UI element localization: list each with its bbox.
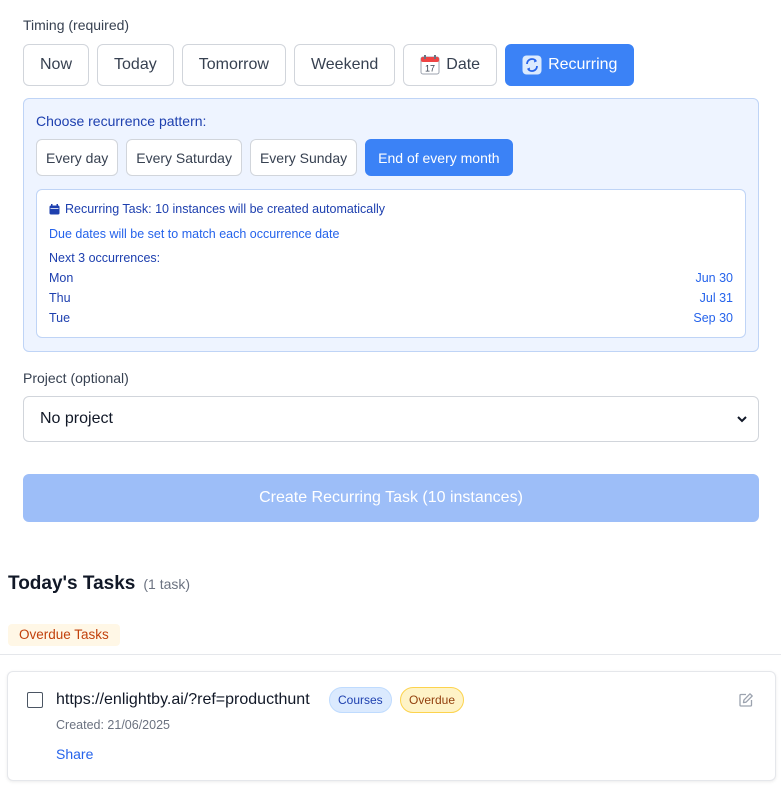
- timing-tomorrow-label: Tomorrow: [198, 56, 269, 73]
- occurrence-date: Jun 30: [695, 271, 733, 285]
- calendar-icon: 17: [420, 55, 440, 75]
- task-checkbox[interactable]: [27, 692, 43, 708]
- project-select[interactable]: No project: [23, 396, 759, 442]
- task-card: https://enlightby.ai/?ref=producthunt Co…: [7, 671, 776, 781]
- chevron-down-icon: [736, 413, 748, 425]
- edit-icon[interactable]: [738, 692, 754, 708]
- timing-options: Now Today Tomorrow Weekend 17 Date Recur: [23, 44, 635, 86]
- timing-date-button[interactable]: 17 Date: [403, 44, 498, 86]
- occurrence-row: Tue Sep 30: [49, 311, 733, 325]
- pattern-every-sunday-button[interactable]: Every Sunday: [249, 139, 358, 176]
- create-recurring-task-button[interactable]: Create Recurring Task (10 instances): [23, 474, 759, 522]
- tasks-heading: Today's Tasks (1 task): [8, 573, 190, 595]
- pattern-every-saturday-button[interactable]: Every Saturday: [126, 139, 242, 176]
- category-badge: Courses: [329, 687, 392, 713]
- occurrence-day: Tue: [49, 311, 71, 325]
- recurrence-info-box: Recurring Task: 10 instances will be cre…: [36, 189, 746, 338]
- timing-today-button[interactable]: Today: [97, 44, 174, 86]
- timing-date-label: Date: [446, 56, 481, 73]
- recurrence-title: Choose recurrence pattern:: [36, 113, 207, 129]
- pattern-end-of-month-button[interactable]: End of every month: [365, 139, 513, 176]
- overdue-group-label: Overdue Tasks: [8, 624, 120, 646]
- timing-today-label: Today: [114, 56, 157, 73]
- timing-tomorrow-button[interactable]: Tomorrow: [181, 44, 286, 86]
- project-selected-value: No project: [40, 410, 113, 427]
- status-badge: Overdue: [400, 687, 465, 713]
- timing-now-label: Now: [40, 56, 73, 73]
- divider: [0, 654, 781, 655]
- recurrence-panel: Choose recurrence pattern: Every day Eve…: [23, 98, 759, 352]
- timing-now-button[interactable]: Now: [23, 44, 90, 86]
- next-occurrences-label: Next 3 occurrences:: [49, 251, 161, 265]
- timing-weekend-label: Weekend: [310, 56, 379, 73]
- timing-weekend-button[interactable]: Weekend: [293, 44, 396, 86]
- recurrence-due-note: Due dates will be set to match each occu…: [49, 227, 340, 241]
- repeat-icon: [522, 55, 542, 75]
- recurrence-headline-row: Recurring Task: 10 instances will be cre…: [49, 202, 385, 216]
- task-created-date: Created: 21/06/2025: [56, 718, 170, 732]
- occurrence-date: Sep 30: [693, 311, 733, 325]
- timing-recurring-button[interactable]: Recurring: [505, 44, 635, 86]
- calendar-small-icon: [49, 203, 60, 215]
- tasks-title: Today's Tasks: [8, 573, 136, 594]
- timing-label: Timing (required): [23, 17, 130, 33]
- occurrence-day: Thu: [49, 291, 71, 305]
- pattern-every-day-button[interactable]: Every day: [36, 139, 119, 176]
- share-link[interactable]: Share: [56, 746, 93, 762]
- occurrence-row: Thu Jul 31: [49, 291, 733, 305]
- project-label: Project (optional): [23, 370, 129, 386]
- tasks-count: (1 task): [143, 576, 191, 592]
- timing-recurring-label: Recurring: [548, 56, 618, 73]
- recurrence-patterns: Every day Every Saturday Every Sunday En…: [36, 139, 513, 176]
- occurrence-row: Mon Jun 30: [49, 271, 733, 285]
- task-text[interactable]: https://enlightby.ai/?ref=producthunt: [56, 691, 310, 709]
- recurrence-headline: Recurring Task: 10 instances will be cre…: [65, 202, 386, 216]
- occurrence-date: Jul 31: [699, 291, 733, 305]
- svg-text:17: 17: [425, 64, 435, 74]
- occurrence-day: Mon: [49, 271, 74, 285]
